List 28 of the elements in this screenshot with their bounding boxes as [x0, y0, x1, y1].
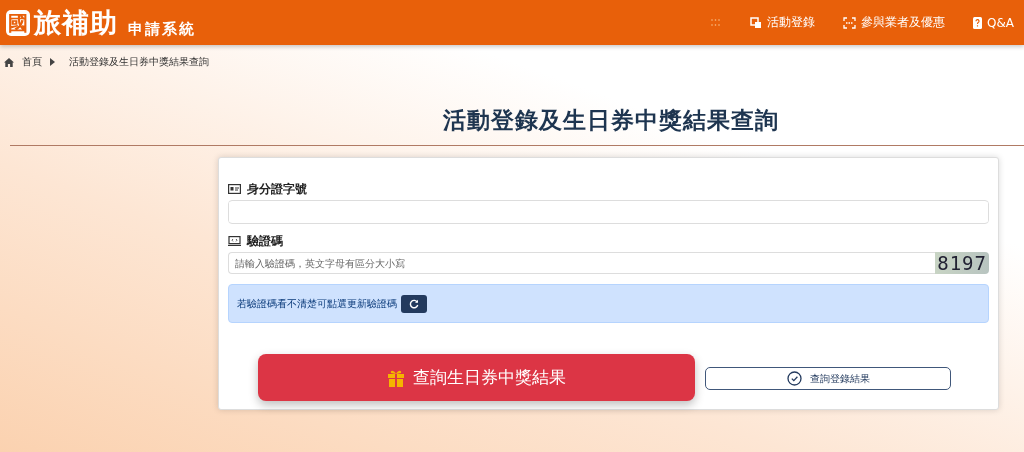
logo-title: 旅補助 — [34, 5, 118, 40]
question-icon — [973, 16, 982, 29]
captcha-code: 8197 — [935, 252, 989, 274]
captcha-input-field[interactable]: 請輸入驗證碼，英文字母有區分大小寫 — [228, 252, 936, 274]
prize-query-button[interactable]: 查詢生日券中獎結果 — [258, 354, 695, 401]
breadcrumb-link[interactable]: 首頁 — [22, 55, 42, 69]
id-card-icon — [228, 184, 241, 194]
chevron-icon — [50, 58, 55, 66]
refresh-icon — [409, 298, 419, 309]
id-input-field[interactable] — [228, 200, 989, 224]
notice-text: 若驗證碼看不清楚可點選更新驗證碼 — [237, 296, 397, 311]
page-title: 活動登錄及生日券中獎結果查詢 — [442, 106, 780, 135]
refresh-button[interactable] — [401, 294, 427, 313]
field-label: 身分證字號 — [247, 180, 307, 198]
scan-icon — [843, 16, 856, 29]
check-circle-icon — [786, 371, 802, 386]
logo-subtitle: 申請系統 — [128, 20, 196, 39]
grid-icon[interactable] — [711, 19, 720, 26]
home-icon — [4, 57, 14, 67]
nav-link[interactable]: Q&A — [973, 15, 1014, 30]
registration-query-button[interactable]: 查詢登錄結果 — [705, 367, 951, 390]
gift-icon — [387, 368, 405, 387]
logo-mark: 國 — [6, 9, 30, 36]
field-label: 驗證碼 — [247, 232, 283, 250]
copy-icon — [750, 16, 762, 29]
nav-link[interactable]: 參與業者及優惠 — [843, 14, 945, 31]
monitor-icon — [228, 236, 241, 246]
nav-link[interactable]: 活動登錄 — [750, 14, 815, 31]
